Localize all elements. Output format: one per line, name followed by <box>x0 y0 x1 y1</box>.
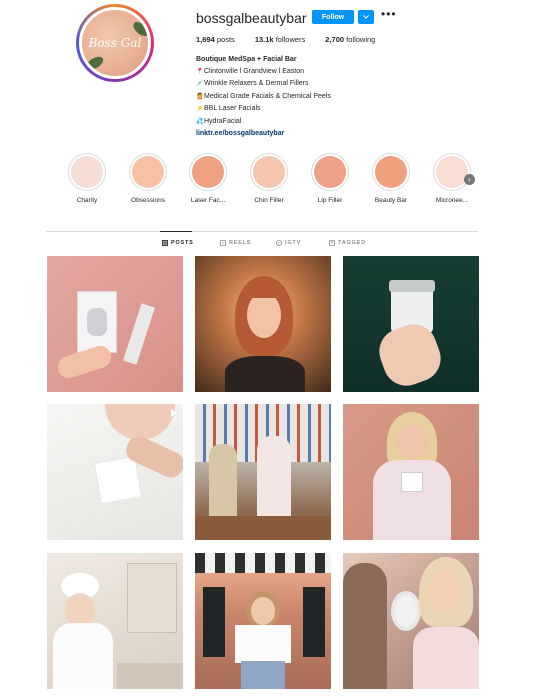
syringe-icon: 💉 <box>196 81 204 87</box>
post-thumbnail[interactable] <box>343 553 479 689</box>
highlight-cover <box>129 153 167 191</box>
story-highlights: Charity Obsessions Laser Fac... Chin Fil… <box>66 153 482 213</box>
bio-line: ⚡BBL Laser Facials <box>196 103 331 116</box>
post-thumbnail[interactable] <box>47 553 183 689</box>
tube-shape <box>123 303 155 365</box>
window-right <box>303 587 325 657</box>
active-tab-indicator <box>160 231 192 232</box>
highlight-label: Obsessions <box>131 197 165 204</box>
post-thumbnail[interactable] <box>47 256 183 392</box>
tab-reels[interactable]: REELS <box>220 240 251 246</box>
bowl-shape <box>105 404 175 440</box>
highlight-cover <box>250 153 288 191</box>
post-thumbnail[interactable] <box>195 553 331 689</box>
post-thumbnail[interactable] <box>195 404 331 540</box>
suggested-dropdown-button[interactable] <box>358 10 374 24</box>
post-thumbnail[interactable] <box>343 256 479 392</box>
posts-count: 1,694 posts <box>196 35 235 44</box>
highlight-label: Charity <box>76 197 98 204</box>
bio-line: 💦HydraFacial <box>196 116 331 129</box>
device-shape <box>87 308 107 336</box>
tag-icon <box>329 240 335 246</box>
tab-label: IGTV <box>285 240 302 246</box>
face-shape <box>429 571 461 611</box>
highlight-laser-facials[interactable]: Laser Fac... <box>187 153 229 204</box>
tab-label: TAGGED <box>338 240 366 246</box>
sink-counter <box>117 663 183 689</box>
jeans-shape <box>241 661 285 689</box>
face-shape <box>65 593 95 627</box>
top-shape <box>235 625 291 663</box>
tab-label: REELS <box>229 240 252 246</box>
highlight-beauty-bar[interactable]: Beauty Bar <box>370 153 412 204</box>
igtv-icon <box>276 240 282 246</box>
highlights-next-icon[interactable]: › <box>464 174 475 185</box>
bio-line: 💉Wrinkle Relaxers & Dermal Fillers <box>196 78 331 91</box>
grid-icon <box>162 240 168 246</box>
follow-button[interactable]: Follow <box>312 10 354 24</box>
post-thumbnail[interactable] <box>195 256 331 392</box>
post-thumbnail[interactable] <box>343 404 479 540</box>
outfit-shape <box>413 627 479 689</box>
highlight-chin-filler[interactable]: Chin Filler <box>248 153 290 204</box>
awning-shape <box>195 553 331 573</box>
face-shape <box>397 424 427 460</box>
cotton-pad <box>93 455 143 505</box>
highlight-label: Beauty Bar <box>374 197 408 204</box>
highlight-label: Chin Filler <box>254 197 284 204</box>
counter-shape <box>195 516 331 540</box>
more-options-icon[interactable]: ••• <box>381 7 397 21</box>
mirror-shape <box>127 563 177 633</box>
tab-posts[interactable]: POSTS <box>162 240 194 246</box>
hand-shape <box>372 317 448 392</box>
highlight-cover <box>372 153 410 191</box>
lightning-icon: ⚡ <box>196 106 204 112</box>
leaf-decoration <box>84 54 106 72</box>
tab-label: POSTS <box>171 240 194 246</box>
post-thumbnail[interactable] <box>47 404 183 540</box>
highlight-charity[interactable]: Charity <box>66 153 108 204</box>
product-box <box>401 472 423 492</box>
highlight-cover <box>311 153 349 191</box>
chevron-down-icon <box>363 15 369 19</box>
massage-icon: 💆 <box>196 93 204 100</box>
bio-link[interactable]: linktr.ee/bossgalbeautybar <box>196 128 331 140</box>
tab-tagged[interactable]: TAGGED <box>329 240 366 246</box>
highlight-label: Lip Filler <box>317 197 343 204</box>
window-left <box>203 587 225 657</box>
profile-bio: Boutique MedSpa + Facial Bar 📍Clintonvil… <box>196 54 331 140</box>
highlight-lip-filler[interactable]: Lip Filler <box>309 153 351 204</box>
tabs-divider <box>46 231 478 232</box>
tab-igtv[interactable]: IGTV <box>276 240 301 246</box>
hand-mirror <box>391 591 421 631</box>
highlight-label: Laser Fac... <box>190 197 226 204</box>
face-shape <box>247 292 281 338</box>
profile-stats: 1,694 posts 13.1k followers 2,700 follow… <box>196 35 375 44</box>
following-count[interactable]: 2,700 following <box>325 35 375 44</box>
highlight-cover <box>189 153 227 191</box>
droplets-icon: 💦 <box>196 118 204 125</box>
profile-avatar-ring[interactable]: Boss Gal <box>76 4 154 82</box>
highlight-cover <box>433 153 471 191</box>
bangs-shape <box>243 284 285 298</box>
avatar[interactable]: Boss Gal <box>79 7 151 79</box>
highlight-label: Micronee... <box>435 197 469 204</box>
profile-username: bossgalbeautybar <box>196 10 307 26</box>
face-shape <box>251 597 275 625</box>
robe-shape <box>53 623 113 689</box>
highlight-cover <box>68 153 106 191</box>
followers-count[interactable]: 13.1k followers <box>255 35 305 44</box>
bio-line: 💆Medical Grade Facials & Chemical Peels <box>196 91 331 104</box>
bio-line: 📍Clintonville l Grandview l Easton <box>196 66 331 79</box>
video-icon <box>171 409 177 417</box>
bio-name: Boutique MedSpa + Facial Bar <box>196 56 297 63</box>
pin-icon: 📍 <box>196 68 204 75</box>
avatar-logo-text: Boss Gal <box>88 36 142 50</box>
jar-lid <box>389 280 435 292</box>
highlight-obsessions[interactable]: Obsessions <box>127 153 169 204</box>
shirt-shape <box>225 356 305 392</box>
reels-icon <box>220 240 226 246</box>
person-left <box>343 563 387 689</box>
